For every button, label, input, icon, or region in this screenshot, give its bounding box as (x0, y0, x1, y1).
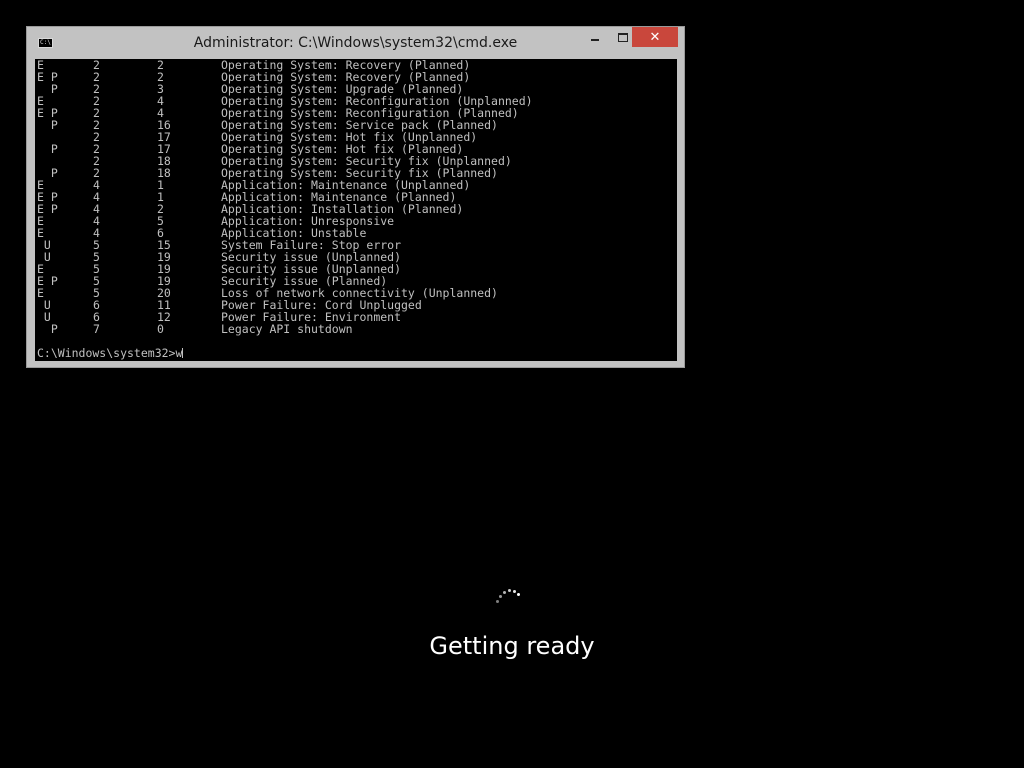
reason-major: 2 (93, 142, 100, 156)
reason-minor: 1 (157, 178, 164, 192)
reason-major: 4 (93, 190, 100, 204)
reason-minor: 1 (157, 190, 164, 204)
reason-minor: 12 (157, 310, 171, 324)
spinner-dot (496, 600, 499, 603)
reason-minor: 2 (157, 202, 164, 216)
spinner-dot (508, 589, 511, 592)
reason-flags: P (37, 82, 58, 96)
reason-major: 2 (93, 118, 100, 132)
reason-minor: 2 (157, 59, 164, 72)
prompt-path: C:\Windows\system32> (37, 346, 176, 360)
text-cursor (182, 348, 184, 358)
reason-major: 5 (93, 274, 100, 288)
reason-major: 4 (93, 226, 100, 240)
console-output: E 2 2 Operating System: Recovery (Planned) E… (37, 59, 533, 335)
reason-flags: E P (37, 202, 58, 216)
close-button[interactable]: ✕ (632, 27, 678, 47)
reason-major: 4 (93, 178, 100, 192)
reason-flags: P (37, 118, 58, 132)
reason-minor: 18 (157, 166, 171, 180)
loading-spinner-icon (492, 586, 522, 610)
reason-flags: P (37, 142, 58, 156)
close-icon: ✕ (649, 29, 661, 45)
reason-minor: 4 (157, 94, 164, 108)
minimize-button[interactable] (581, 27, 609, 47)
reason-flags: U (37, 250, 51, 264)
cmd-window[interactable]: C:\ Administrator: C:\Windows\system32\c… (26, 26, 685, 368)
reason-major: 6 (93, 298, 100, 312)
reason-major: 5 (93, 238, 100, 252)
spinner-dot (503, 591, 506, 594)
reason-minor: 2 (157, 70, 164, 84)
reason-major: 4 (93, 214, 100, 228)
reason-major: 2 (93, 154, 100, 168)
reason-major: 2 (93, 166, 100, 180)
reason-major: 4 (93, 202, 100, 216)
spinner-dot (499, 595, 502, 598)
reason-minor: 3 (157, 82, 164, 96)
spinner-dot (517, 593, 520, 596)
spinner-dot (513, 590, 516, 593)
reason-major: 2 (93, 59, 100, 72)
console-area[interactable]: E 2 2 Operating System: Recovery (Planned) E… (35, 59, 677, 361)
reason-minor: 0 (157, 322, 164, 336)
reason-major: 2 (93, 70, 100, 84)
prompt-input[interactable]: w (175, 346, 182, 360)
reason-major: 5 (93, 250, 100, 264)
reason-major: 2 (93, 106, 100, 120)
desktop-screen: C:\ Administrator: C:\Windows\system32\c… (0, 0, 1024, 768)
reason-flags: P (37, 322, 58, 336)
reason-major: 5 (93, 286, 100, 300)
reason-minor: 5 (157, 214, 164, 228)
reason-title: Legacy API shutdown (221, 322, 353, 336)
title-bar[interactable]: C:\ Administrator: C:\Windows\system32\c… (27, 27, 684, 58)
reason-major: 2 (93, 130, 100, 144)
console-line: P 7 0 Legacy API shutdown (37, 323, 533, 335)
reason-major: 7 (93, 322, 100, 336)
reason-flags: P (37, 166, 58, 180)
reason-major: 2 (93, 94, 100, 108)
reason-flags: E (37, 214, 44, 228)
reason-major: 2 (93, 82, 100, 96)
status-message: Getting ready (429, 632, 595, 660)
reason-major: 6 (93, 310, 100, 324)
reason-flags: E P (37, 274, 58, 288)
command-prompt[interactable]: C:\Windows\system32>w (37, 346, 184, 360)
reason-major: 5 (93, 262, 100, 276)
